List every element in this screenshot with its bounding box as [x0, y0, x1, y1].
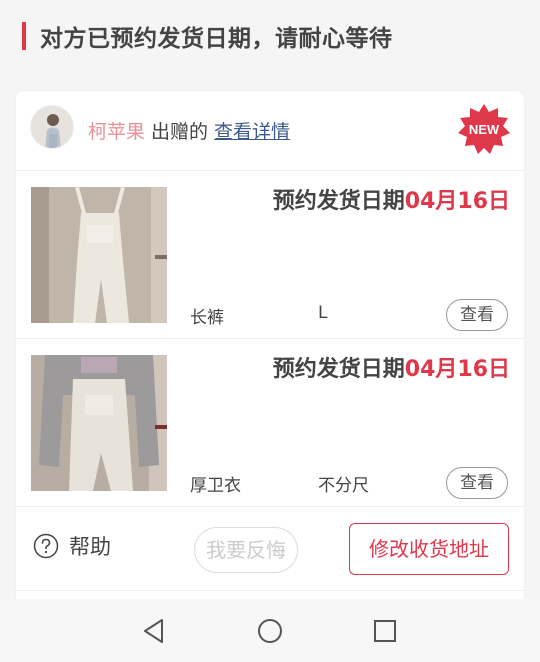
- regret-button[interactable]: 我要反悔: [194, 527, 298, 573]
- new-badge-icon: NEW: [456, 103, 512, 155]
- ship-date-label: 预约发货日期: [272, 189, 405, 214]
- new-badge-label: NEW: [469, 122, 500, 137]
- item-size: L: [318, 303, 328, 323]
- view-detail-link[interactable]: 查看详情: [214, 121, 290, 143]
- giver-avatar[interactable]: [30, 105, 74, 149]
- ship-date-value: 04月16日: [404, 189, 510, 214]
- action-row: 帮助 我要反悔 修改收货地址: [16, 507, 524, 591]
- giver-suffix: 出赠的: [151, 121, 209, 143]
- ship-date-line: 预约发货日期04月16日: [273, 183, 510, 215]
- square-recent-icon[interactable]: [370, 616, 400, 646]
- item-category: 厚卫衣: [190, 476, 241, 496]
- ship-date-label: 预约发货日期: [272, 357, 405, 382]
- page-header: 对方已预约发货日期，请耐心等待: [0, 0, 540, 86]
- triangle-back-icon[interactable]: [140, 616, 170, 646]
- page-title: 对方已预约发货日期，请耐心等待: [40, 26, 393, 52]
- help-button[interactable]: 帮助: [33, 531, 111, 561]
- change-address-button[interactable]: 修改收货地址: [349, 523, 509, 575]
- question-circle-icon: [33, 533, 59, 559]
- item-size: 不分尺: [318, 476, 369, 496]
- giver-name[interactable]: 柯苹果: [88, 121, 145, 143]
- giver-info: 柯苹果 出赠的 查看详情: [88, 117, 290, 144]
- ship-date-line: 预约发货日期04月16日: [273, 351, 510, 383]
- item-photo[interactable]: [31, 355, 167, 491]
- gift-item-overalls: 预约发货日期04月16日 长裤 L 查看: [16, 171, 524, 339]
- view-item-button[interactable]: 查看: [446, 467, 508, 499]
- help-label: 帮助: [69, 535, 111, 559]
- item-category: 长裤: [190, 308, 224, 328]
- system-nav-bar: [0, 599, 540, 662]
- item-photo[interactable]: [31, 187, 167, 323]
- circle-home-icon[interactable]: [255, 616, 285, 646]
- title-accent-bar: [22, 22, 26, 50]
- ship-date-value: 04月16日: [404, 357, 510, 382]
- gift-order-card: 柯苹果 出赠的 查看详情 NEW 预约发货日期04月16日 长裤 L 查看 预约…: [16, 91, 524, 606]
- gift-item-hoodie: 预约发货日期04月16日 厚卫衣 不分尺 查看: [16, 339, 524, 507]
- view-item-button[interactable]: 查看: [446, 299, 508, 331]
- giver-row: 柯苹果 出赠的 查看详情 NEW: [16, 91, 524, 171]
